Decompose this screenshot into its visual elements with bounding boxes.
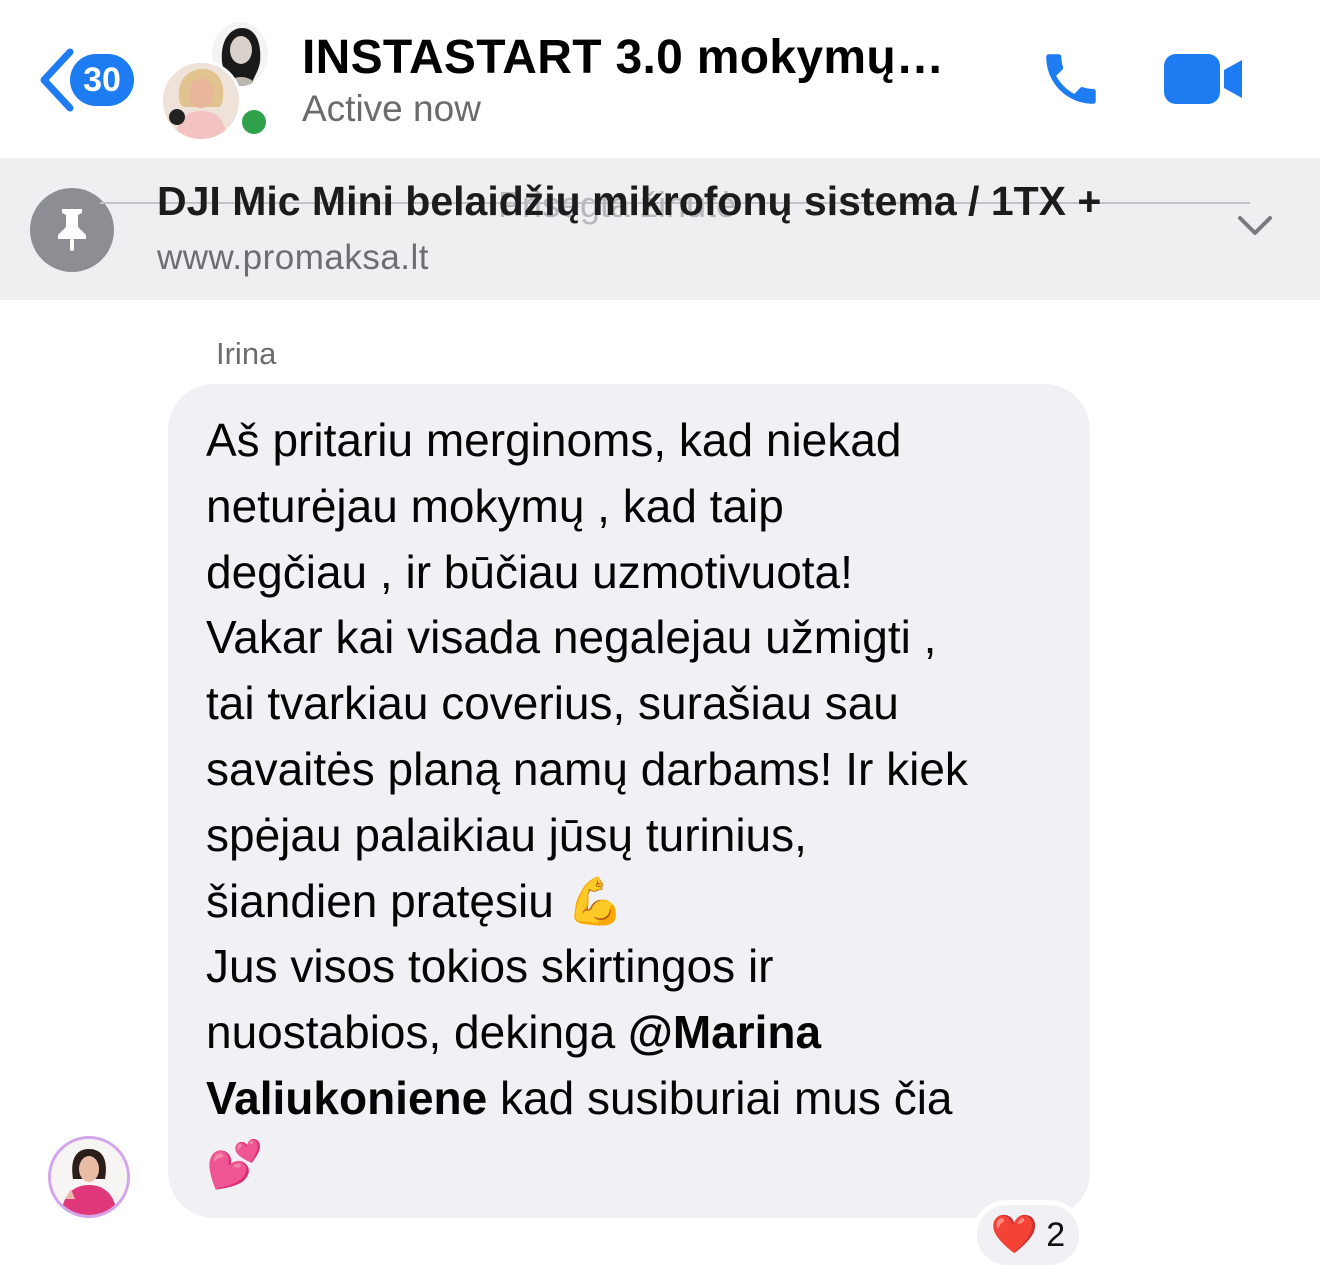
message-line: neturėjau mokymų , kad taip [206, 479, 784, 532]
mention-link-continued[interactable]: Valiukoniene [206, 1072, 487, 1124]
pin-icon [30, 188, 114, 272]
reaction-count: 2 [1046, 1215, 1066, 1254]
audio-call-button[interactable] [1036, 46, 1106, 117]
message-bubble[interactable]: Aš pritariu merginoms, kad niekad neturė… [168, 384, 1090, 1218]
chevron-down-icon[interactable] [1236, 214, 1274, 243]
message-line: Valiukoniene kad susiburiai mus čia [206, 1066, 1060, 1132]
phone-icon [1046, 54, 1096, 104]
pinned-message-bar[interactable]: Prisegta žinutė DJI Mic Mini belaidžių m… [0, 158, 1320, 300]
sender-name: Irina [216, 336, 277, 371]
message-line: nuostabios, dekinga @Marina [206, 1000, 1060, 1066]
message-line: šiandien pratęsiu 💪 [206, 874, 624, 927]
video-camera-icon [1164, 54, 1242, 104]
sender-avatar[interactable] [48, 1136, 130, 1218]
back-button[interactable]: 30 [36, 48, 134, 112]
member-avatar-primary [160, 60, 242, 142]
message-text-fragment: nuostabios, dekinga [206, 1006, 628, 1059]
message-text-fragment: kad susiburiai mus čia [487, 1071, 953, 1124]
message-line: Jus visos tokios skirtingos ir [206, 940, 774, 993]
active-status: Active now [302, 88, 481, 129]
reaction-pill[interactable]: ❤️ 2 [972, 1200, 1084, 1270]
mention-link[interactable]: @Marina [628, 1006, 821, 1058]
message-line: spėjau palaikiau jūsų turinius, [206, 808, 807, 861]
message-line: tai tvarkiau coverius, surašiau sau [206, 677, 899, 730]
message-line: degčiau , ir būčiau uzmotivuota! [206, 545, 853, 598]
message-line: savaitės planą namų darbams! Ir kiek [206, 742, 968, 795]
message-line: Aš pritariu merginoms, kad niekad [206, 414, 902, 466]
message-line: Vakar kai visada negalejau užmigti , [206, 611, 937, 664]
pinned-title: DJI Mic Mini belaidžių mikrofonų sistema… [157, 178, 1102, 224]
chat-header: 30 INSTASTART 3.0 mokymų… Active now [0, 0, 1320, 158]
message-line: 💕 [206, 1137, 264, 1190]
pinned-url: www.promaksa.lt [157, 238, 430, 277]
message-text: Aš pritariu merginoms, kad niekad neturė… [206, 408, 1060, 1198]
online-indicator [238, 106, 270, 138]
chat-title[interactable]: INSTASTART 3.0 mokymų… [302, 30, 944, 85]
video-call-button[interactable] [1160, 52, 1244, 111]
group-avatar[interactable] [160, 22, 270, 142]
unread-count-badge: 30 [70, 54, 134, 106]
heart-reaction-icon: ❤️ [990, 1214, 1039, 1256]
